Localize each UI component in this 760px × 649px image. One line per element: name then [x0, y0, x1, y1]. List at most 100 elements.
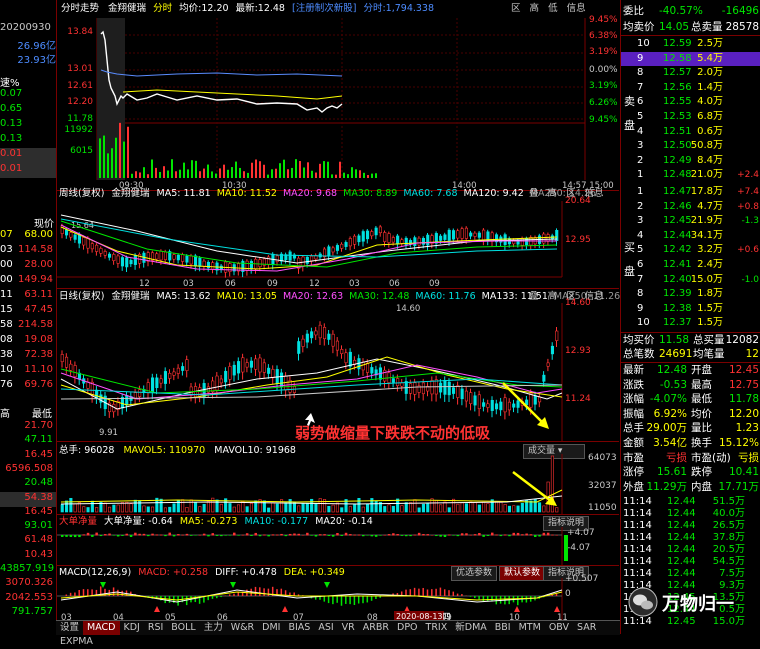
tab-kdj[interactable]: KDJ	[120, 621, 144, 635]
buy-level-row[interactable]: 5 12.42 3.2万 +0.6	[621, 243, 760, 258]
tab-obv[interactable]: OBV	[545, 621, 573, 635]
stat-value: 29.00万	[646, 422, 687, 435]
tab-settings[interactable]: 设置	[56, 621, 83, 635]
sell-level-row[interactable]: 1 12.48 21.0万 +2.4	[621, 168, 760, 183]
tab-boll[interactable]: BOLL	[167, 621, 199, 635]
volume-bar	[374, 500, 378, 513]
daily-candle	[215, 375, 219, 391]
weekly-candle	[477, 232, 481, 238]
buy-level-row[interactable]: 3 12.45 21.9万 -1.3	[621, 214, 760, 229]
stat-label: 涨幅	[623, 393, 644, 406]
netflow-bar	[245, 533, 249, 536]
weekly-candle	[245, 260, 249, 271]
volume-bar	[202, 503, 206, 513]
volume-y-label: 32037	[588, 481, 617, 491]
sell-level-row[interactable]: 10 12.59 2.5万	[621, 37, 760, 52]
tab-wr[interactable]: W&R	[227, 621, 258, 635]
tab-[interactable]: 主力	[200, 621, 227, 635]
sell-price: 12.53	[663, 111, 692, 122]
buy-level-row[interactable]: 2 12.46 4.7万 +0.8	[621, 200, 760, 215]
price-header: 现价	[34, 219, 54, 230]
daily-candle	[65, 356, 69, 368]
netflow-bar	[177, 534, 180, 536]
weekly-candle	[176, 254, 180, 261]
sell-level-row[interactable]: 4 12.51 0.6万	[621, 125, 760, 140]
weekly-candle	[82, 237, 86, 246]
watch-row[interactable]: 15 47.45	[0, 304, 56, 319]
watch-row[interactable]: 76 69.76	[0, 379, 56, 394]
watch-row[interactable]: 10 11.10	[0, 364, 56, 379]
tab-rsi[interactable]: RSI	[144, 621, 167, 635]
intraday-y-pct: 9.45%	[589, 15, 618, 25]
weekly-chart[interactable]: 20.6412.9515.6412 03 06 09 12 03 06 09	[57, 191, 619, 288]
netflow-bar	[142, 533, 146, 536]
tab-vr[interactable]: VR	[338, 621, 359, 635]
sell-level-row[interactable]: 3 12.50 50.8万	[621, 139, 760, 154]
weekly-candle	[374, 227, 378, 236]
sell-level-row[interactable]: 9 12.58 5.4万	[621, 51, 760, 67]
buy-level-row[interactable]: 4 12.44 34.1万	[621, 229, 760, 244]
netflow-bar	[121, 535, 124, 536]
tab-asi[interactable]: ASI	[314, 621, 337, 635]
tab-dmi[interactable]: DMI	[258, 621, 284, 635]
tick-volume: 54.5万	[712, 556, 745, 567]
watch-row[interactable]: 00 28.00	[0, 259, 56, 274]
intraday-volume-bar	[299, 161, 301, 178]
weekly-candle	[163, 251, 167, 260]
netflow-bar	[564, 535, 568, 561]
intraday-volume-bar	[111, 148, 113, 178]
buy-level-row[interactable]: 7 12.40 15.0万 -1.0	[621, 273, 760, 288]
intraday-volume-bar	[131, 173, 133, 178]
volume-bar	[421, 503, 426, 513]
weekly-candle	[95, 244, 99, 252]
daily-candle	[271, 369, 275, 379]
count-row: 总笔数 24691 均笔量 12	[621, 347, 760, 363]
watch-row[interactable]: 11 63.11	[0, 289, 56, 304]
watch-row[interactable]: 00 149.94	[0, 274, 56, 289]
tab-dpo[interactable]: DPO	[393, 621, 422, 635]
sell-level-row[interactable]: 5 12.53 6.8万	[621, 110, 760, 125]
intraday-chart[interactable]: 13.84 13.01 12.61 12.20 11.7811992 6015 9.45% 6…	[57, 0, 619, 190]
netflow-bar	[112, 535, 116, 536]
netflow-chart[interactable]: +4.07 -4.07	[57, 515, 619, 565]
quote-stat-row: 市盈 亏损 市盈(动) 亏损	[621, 451, 760, 466]
buy-level-row[interactable]: 6 12.41 2.4万	[621, 258, 760, 273]
tab-bbi[interactable]: BBI	[491, 621, 515, 635]
weekly-candle	[387, 233, 391, 243]
tab-trix[interactable]: TRIX	[422, 621, 452, 635]
volume-chart[interactable]: 64073 32037 11050	[57, 442, 619, 514]
sell-level-row[interactable]: 2 12.49 8.4万	[621, 154, 760, 169]
tab-dma[interactable]: 新DMA	[451, 621, 491, 635]
sell-level-row[interactable]: 8 12.57 2.0万	[621, 66, 760, 81]
watch-row[interactable]: 08 19.08	[0, 334, 56, 349]
value-2: 23.93亿	[17, 55, 56, 66]
daily-chart[interactable]: 14.60 12.93 11.24 14.60 9.91	[57, 289, 619, 441]
watch-row[interactable]: 38 72.38	[0, 349, 56, 364]
tab-bias[interactable]: BIAS	[284, 621, 314, 635]
watch-row[interactable]: 58 214.58	[0, 319, 56, 334]
intraday-volume-bar	[175, 171, 177, 178]
tab-expma[interactable]: EXPMA	[56, 635, 97, 649]
buy-level-row[interactable]: 10 12.37 1.5万	[621, 316, 760, 331]
watch-row[interactable]: 07 68.00	[0, 229, 56, 244]
tab-arbr[interactable]: ARBR	[359, 621, 393, 635]
watch-row[interactable]: 03 114.58	[0, 244, 56, 259]
netflow-bar	[190, 535, 193, 536]
sell-level-row[interactable]: 7 12.56 1.4万	[621, 81, 760, 96]
weekly-candle	[443, 234, 447, 240]
tick-time: 11:14	[623, 520, 652, 531]
intraday-volume-bar	[311, 170, 313, 178]
buy-level-row[interactable]: 9 12.38 1.5万	[621, 302, 760, 317]
macd-chart[interactable]: +0.507003 04 05 06 07 08 09 10 112020-08-13四	[57, 566, 619, 620]
buy-level-row[interactable]: 8 12.39 1.8万	[621, 287, 760, 302]
netflow-bar	[374, 535, 378, 537]
buy-level-row[interactable]: 1 12.47 17.8万 +7.4	[621, 185, 760, 200]
intraday-volume-bar	[355, 169, 357, 178]
daily-y-label: 11.24	[565, 394, 591, 404]
sell-level-row[interactable]: 6 12.55 4.0万	[621, 95, 760, 110]
tab-macd[interactable]: MACD	[83, 621, 120, 635]
daily-candle	[400, 382, 404, 387]
weekly-candle	[249, 261, 253, 270]
tab-mtm[interactable]: MTM	[515, 621, 545, 635]
tab-sar[interactable]: SAR	[573, 621, 600, 635]
